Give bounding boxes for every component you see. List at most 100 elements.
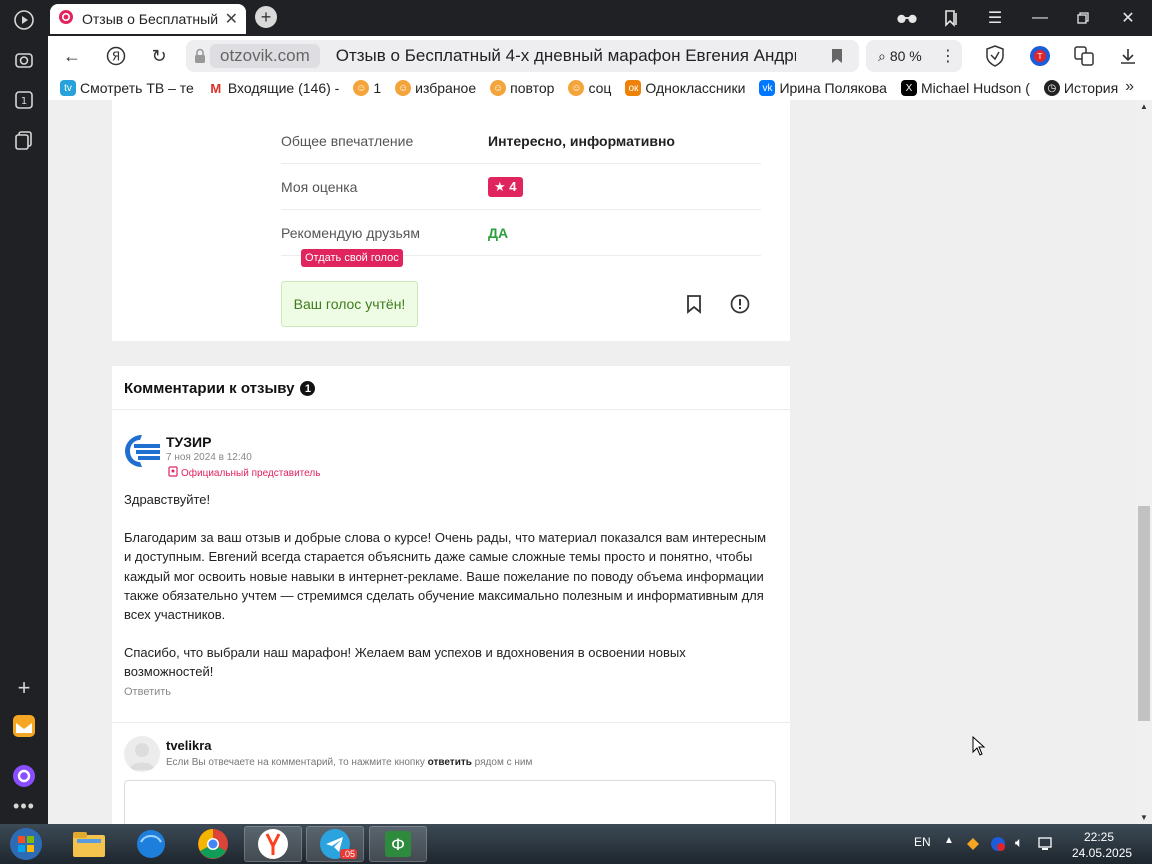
bookmark-item-vk[interactable]: vk Ирина Полякова: [759, 80, 887, 96]
scrollbar-thumb[interactable]: [1138, 506, 1150, 721]
official-badge-text: Официальный представитель: [181, 467, 321, 479]
vote-tooltip: Отдать свой голос: [301, 249, 403, 267]
tray-expand-icon[interactable]: ▲: [944, 835, 954, 846]
comment-paragraph: Благодарим за ваш отзыв и добрые слова о…: [124, 530, 767, 623]
svg-text:Ф: Ф: [391, 835, 405, 854]
more-bookmarks-icon[interactable]: »: [1125, 78, 1134, 96]
translate-extension-icon[interactable]: [1072, 44, 1096, 68]
tray-app-icon[interactable]: [965, 836, 981, 857]
reply-hint-text: рядом с ним: [471, 757, 533, 768]
protect-shield-icon[interactable]: [983, 44, 1007, 68]
row-rating: Моя оценка ★ 4: [281, 164, 761, 210]
svg-text:1: 1: [21, 96, 27, 107]
bookmark-item-favorites[interactable]: ☺ избраное: [395, 80, 476, 96]
internet-explorer-icon[interactable]: [122, 826, 180, 862]
bookmarks-bar: tv Смотреть ТВ – те M Входящие (146) - ☺ 1 …: [48, 76, 1152, 100]
menu-icon[interactable]: ☰: [984, 8, 1006, 28]
zoom-indicator[interactable]: ⌕ 80 % ⋮: [866, 40, 962, 72]
page-menu-dots-icon[interactable]: ⋮: [940, 46, 956, 66]
add-icon[interactable]: +: [12, 675, 36, 700]
bookmark-item-ok[interactable]: ок Одноклассники: [625, 80, 745, 96]
bookmark-item-tv[interactable]: tv Смотреть ТВ – те: [60, 80, 194, 96]
bookmark-item-history[interactable]: ◷ История: [1043, 80, 1118, 96]
new-tab-button[interactable]: +: [255, 6, 277, 28]
folder-icon: ☺: [395, 80, 412, 96]
lock-icon[interactable]: [194, 48, 206, 69]
extension-red-icon[interactable]: T: [1028, 44, 1052, 68]
reading-glasses-icon[interactable]: [896, 8, 918, 28]
alice-assistant-icon[interactable]: [12, 764, 36, 788]
comments-heading: Комментарии к отзыву 1: [124, 380, 316, 397]
bookmark-item-gmail[interactable]: M Входящие (146) -: [207, 80, 339, 96]
bookmark-label: соц: [588, 80, 612, 96]
mail-app-icon[interactable]: [12, 714, 36, 738]
tuzir-logo-avatar[interactable]: [124, 434, 160, 473]
review-details-card: Общее впечатление Интересно, информативн…: [112, 100, 790, 341]
folder-icon: ☺: [353, 80, 370, 96]
tab-count-icon[interactable]: 1: [12, 88, 36, 112]
minimize-icon[interactable]: —: [1029, 8, 1051, 28]
restore-icon[interactable]: [1072, 8, 1094, 28]
x-icon: X: [900, 80, 917, 96]
scroll-down-icon[interactable]: ▼: [1140, 813, 1148, 822]
reply-link[interactable]: Ответить: [124, 686, 171, 698]
official-badge-icon: [168, 466, 178, 480]
yandex-browser-taskbar-icon[interactable]: [244, 826, 302, 862]
current-username: tvelikra: [166, 738, 212, 753]
folder-icon: ☺: [490, 80, 507, 96]
reload-icon[interactable]: ↻: [147, 44, 171, 68]
domain-chip[interactable]: otzovik.com: [210, 44, 320, 68]
tray-security-icon[interactable]: [990, 836, 1006, 857]
omnibox-page-title: Отзыв о Бесплатный 4-х дневный марафон Е…: [335, 46, 796, 65]
download-icon[interactable]: [1116, 44, 1140, 68]
clock-date[interactable]: 24.05.2025: [1072, 846, 1132, 860]
close-tab-icon[interactable]: ✕: [225, 9, 238, 29]
row-label: Рекомендую друзьям: [281, 224, 420, 241]
comment-input[interactable]: [124, 780, 776, 824]
row-label: Общее впечатление: [281, 132, 414, 149]
bookmark-item-social[interactable]: ☺ соц: [568, 80, 611, 96]
back-arrow-icon[interactable]: ←: [60, 44, 84, 68]
bookmark-item-repeat[interactable]: ☺ повтор: [490, 80, 554, 96]
bookmark-item-x[interactable]: X Michael Hudson (: [900, 80, 1030, 96]
bookmark-flag-icon[interactable]: [831, 48, 843, 69]
tab-otzovik[interactable]: Отзыв о Бесплатный 4- ✕: [50, 4, 246, 34]
divider: [112, 722, 790, 723]
svg-text:T: T: [1037, 52, 1043, 61]
telegram-badge: .05: [340, 849, 357, 859]
address-bar[interactable]: otzovik.com Отзыв о Бесплатный 4-х дневн…: [186, 40, 859, 72]
close-window-icon[interactable]: ✕: [1117, 8, 1139, 28]
collections-icon[interactable]: [12, 128, 36, 152]
save-bookmark-icon[interactable]: [686, 294, 702, 319]
camera-icon[interactable]: [12, 48, 36, 72]
bookmarks-panel-icon[interactable]: [940, 8, 962, 28]
file-explorer-icon[interactable]: [60, 826, 118, 862]
comment-author[interactable]: ТУЗИР: [166, 434, 211, 450]
play-circle-icon[interactable]: [12, 8, 36, 32]
rating-badge: ★ 4: [488, 176, 523, 197]
document-app-icon[interactable]: Ф: [369, 826, 427, 862]
bookmark-label: Michael Hudson (: [920, 80, 1030, 96]
start-button[interactable]: [0, 826, 52, 862]
reply-hint-text: Если Вы отвечаете на комментарий, то наж…: [166, 757, 428, 768]
volume-icon[interactable]: 🔈︎: [1015, 834, 1023, 851]
network-icon[interactable]: [1038, 837, 1054, 856]
report-alert-icon[interactable]: [730, 294, 750, 319]
clock-time[interactable]: 22:25: [1084, 830, 1114, 844]
more-dots-icon[interactable]: •••: [12, 794, 36, 818]
bookmark-item-1[interactable]: ☺ 1: [353, 80, 381, 96]
yandex-logo-icon[interactable]: Я: [104, 44, 128, 68]
browser-toolbar: ← Я ↻ otzovik.com Отзыв о Бесплатный 4-х…: [48, 36, 1152, 76]
divider: [112, 409, 790, 410]
row-impression: Общее впечатление Интересно, информативн…: [281, 118, 761, 164]
language-indicator[interactable]: EN: [914, 835, 931, 849]
chrome-icon[interactable]: [184, 826, 242, 862]
reply-hint: Если Вы отвечаете на комментарий, то наж…: [166, 757, 532, 768]
zoom-magnifier-icon: ⌕: [878, 47, 886, 64]
ok-icon: ок: [625, 80, 642, 96]
scroll-up-icon[interactable]: ▲: [1140, 102, 1148, 111]
telegram-icon[interactable]: .05: [306, 826, 364, 862]
recommend-value: ДА: [488, 224, 509, 241]
bookmark-label: Одноклассники: [645, 80, 746, 96]
comments-card: Комментарии к отзыву 1 ТУЗИР 7 ноя 2024 …: [112, 366, 790, 824]
